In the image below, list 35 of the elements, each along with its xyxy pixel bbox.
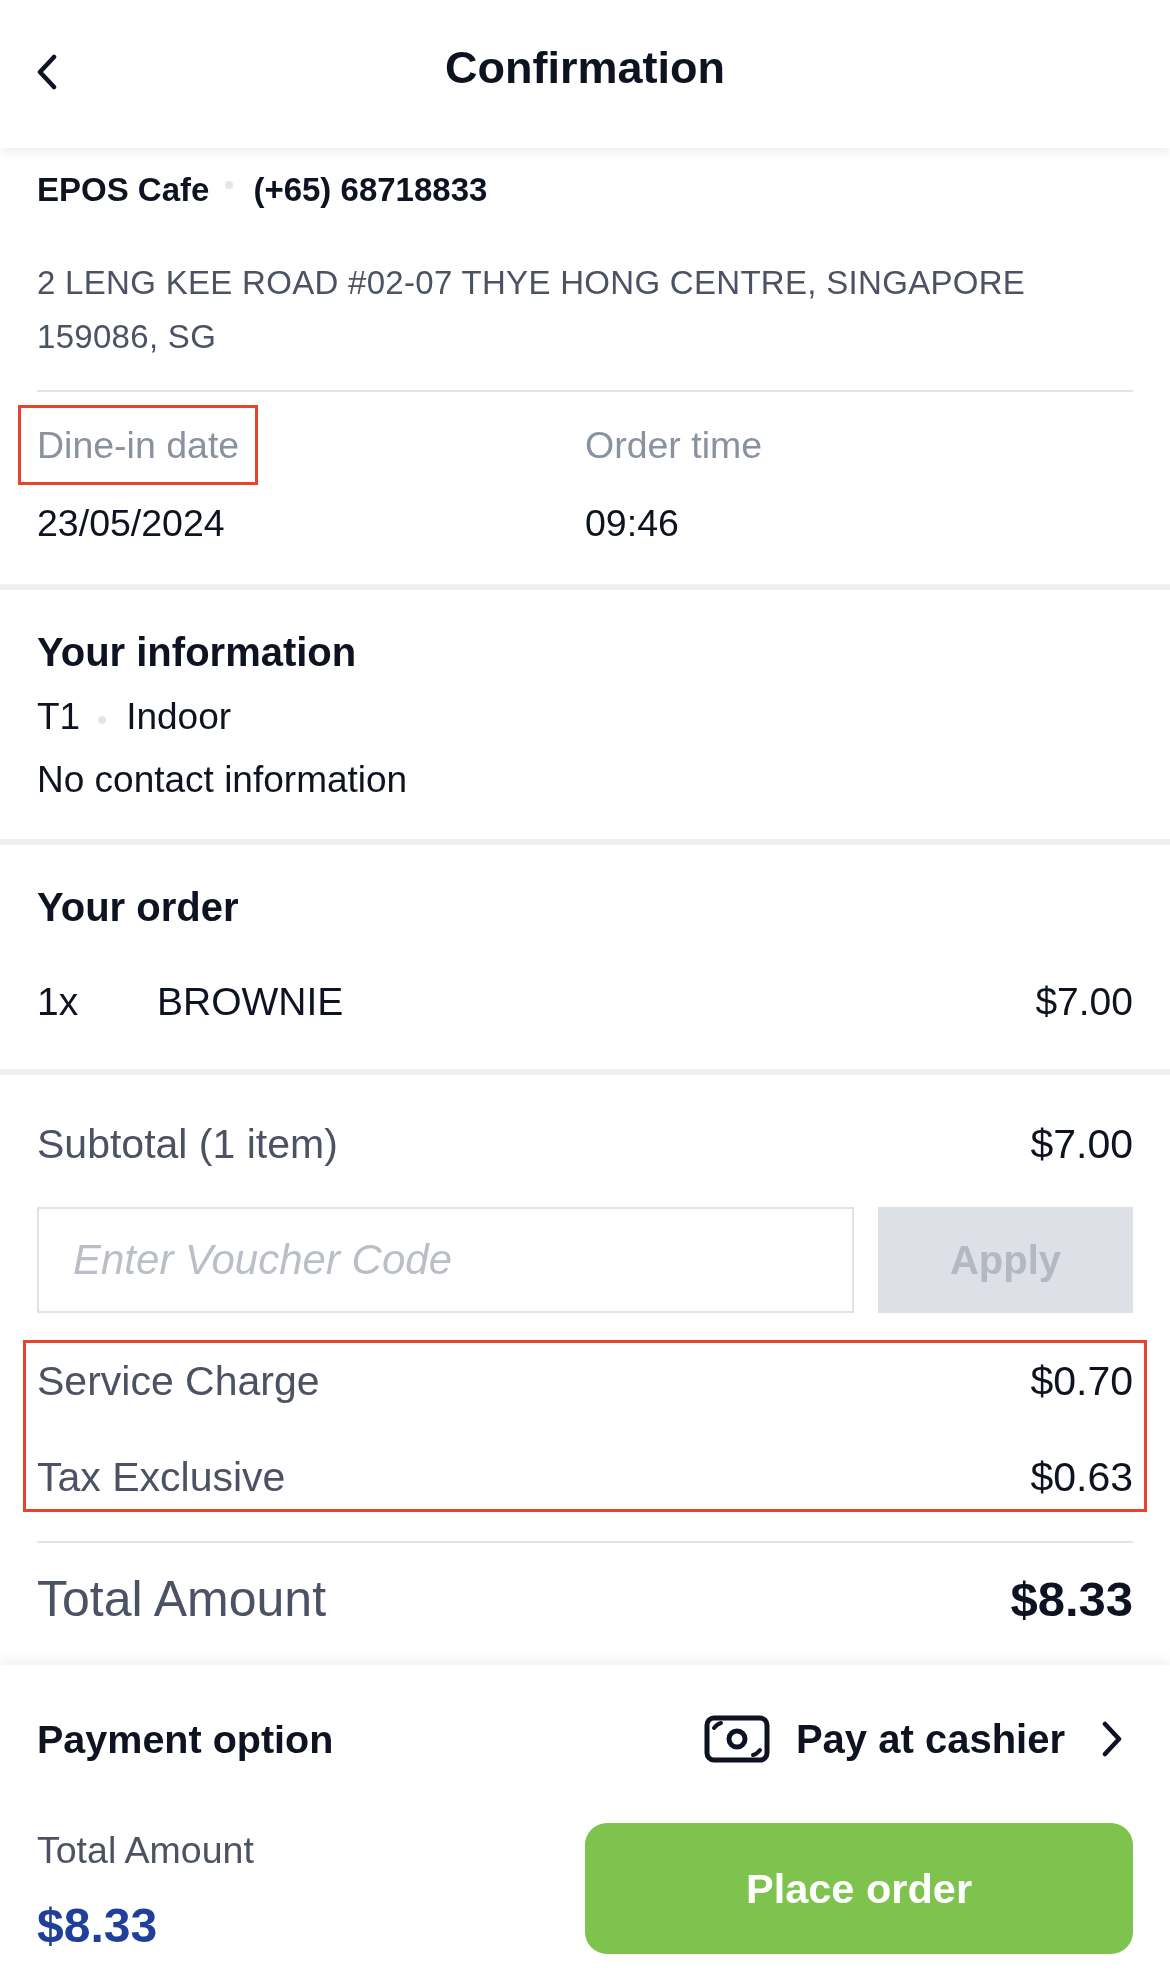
charge-label: Service Charge — [37, 1359, 320, 1403]
payment-option-label: Payment option — [37, 1716, 334, 1762]
detail-value: 09:46 — [585, 501, 679, 545]
page-title: Confirmation — [445, 41, 725, 95]
charge-label: Tax Exclusive — [37, 1455, 286, 1499]
section-title: Your order — [37, 884, 240, 931]
total-label: Total Amount — [37, 1830, 254, 1870]
total-label: Total Amount — [37, 1570, 327, 1629]
charge-value: $0.63 — [1030, 1455, 1133, 1499]
detail-label: Order time — [585, 423, 763, 467]
chevron-right-icon — [1101, 1721, 1123, 1757]
table-number: T1 — [37, 695, 81, 739]
chevron-left-icon — [36, 54, 58, 90]
charge-value: $0.70 — [1030, 1359, 1133, 1403]
total-value: $8.33 — [37, 1898, 159, 1954]
total-value: $8.33 — [1010, 1571, 1133, 1628]
voucher-code-field[interactable]: Enter Voucher Code — [37, 1207, 854, 1313]
item-price: $7.00 — [1035, 980, 1133, 1024]
detail-label: Dine-in date — [37, 423, 240, 467]
item-name: BROWNIE — [157, 980, 345, 1024]
subtotal-label: Subtotal (1 item) — [37, 1122, 338, 1166]
venue-phone: (+65) 68718833 — [253, 171, 488, 209]
detail-value: 23/05/2024 — [37, 501, 225, 545]
banknote-icon — [703, 1715, 770, 1763]
seating-area: Indoor — [126, 695, 232, 739]
place-order-button[interactable]: Place order — [585, 1823, 1133, 1954]
payment-method-button[interactable]: Pay at cashier — [703, 1715, 1123, 1763]
separator-dot-icon — [98, 716, 107, 724]
venue-address: 2 LENG KEE ROAD #02-07 THYE HONG CENTRE, SINGAPORE 159086, SG — [37, 263, 1027, 357]
subtotal-value: $7.00 — [1030, 1122, 1133, 1166]
contact-info: No contact information — [37, 758, 409, 802]
section-title: Your information — [37, 629, 358, 676]
separator-dot-icon — [225, 181, 234, 189]
item-quantity: 1x — [37, 980, 80, 1024]
venue-name: EPOS Cafe — [37, 171, 210, 209]
